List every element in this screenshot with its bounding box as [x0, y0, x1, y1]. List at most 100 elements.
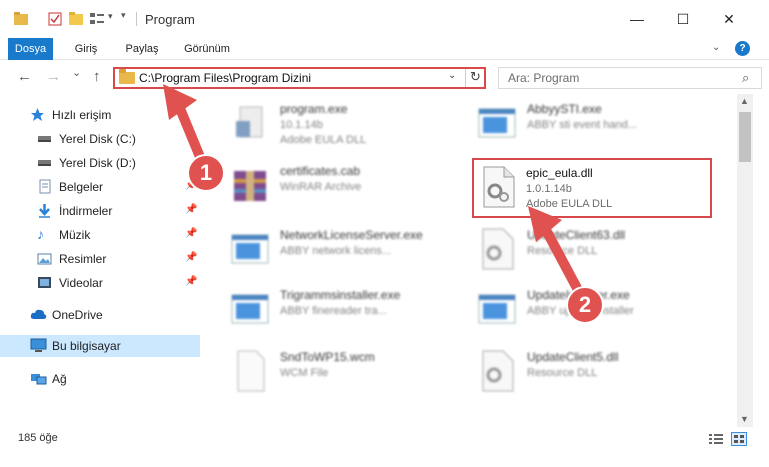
file-item[interactable]: AbbyySTI.exe ABBY sti event hand...: [475, 96, 735, 156]
file-detail: Adobe EULA DLL: [280, 134, 367, 146]
dll-icon: [475, 349, 519, 393]
file-name: AbbyySTI.exe: [527, 102, 602, 116]
file-item[interactable]: UpdateClient63.dll Resource DLL: [475, 222, 735, 282]
title-bar: ▾ ▾ Program — ☐ ✕: [0, 0, 769, 38]
chevron-down-icon[interactable]: ▾: [121, 10, 135, 24]
properties-icon[interactable]: [48, 12, 62, 26]
file-name: SndToWP15.wcm: [280, 350, 375, 364]
star-icon: [30, 107, 45, 122]
app-icon: [228, 227, 272, 271]
search-input[interactable]: Ara: Program: [508, 71, 579, 85]
close-button[interactable]: ✕: [706, 0, 752, 38]
forward-button[interactable]: →: [46, 68, 61, 85]
up-button[interactable]: ↑: [93, 68, 101, 85]
file-item[interactable]: certificates.cab WinRAR Archive: [228, 158, 488, 218]
search-icon[interactable]: ⌕: [742, 70, 749, 86]
file-detail: WinRAR Archive: [280, 181, 362, 193]
pin-icon: 📌: [185, 204, 198, 215]
step-badge-2: 2: [566, 286, 604, 324]
view-options-icon[interactable]: [90, 12, 104, 26]
app-icon: [228, 287, 272, 331]
dll-icon: [476, 165, 520, 209]
step-badge-1: 1: [187, 154, 225, 192]
cloud-icon: [30, 307, 47, 322]
sidebar-item-label: Belgeler: [59, 180, 104, 194]
sidebar-item-music[interactable]: ♪ Müzik 📌: [0, 224, 200, 246]
tab-view[interactable]: Görünüm: [178, 38, 236, 60]
sidebar-item-label: Müzik: [59, 228, 91, 242]
large-icons-view-icon[interactable]: [731, 432, 747, 446]
file-name: NetworkLicenseServer.exe: [280, 228, 423, 242]
customize-dropdown-icon[interactable]: ▾: [108, 11, 122, 25]
file-detail: 10.1.14b: [280, 119, 323, 131]
recent-locations-button[interactable]: ⌄: [72, 66, 81, 79]
details-view-icon[interactable]: [708, 432, 724, 446]
music-icon: ♪: [37, 226, 44, 242]
file-item[interactable]: NetworkLicenseServer.exe ABBY network li…: [228, 222, 488, 282]
app-icon: [475, 287, 519, 331]
file-name: Trigrammsinstaller.exe: [280, 288, 401, 302]
help-button[interactable]: ?: [735, 41, 750, 56]
ribbon-expand-icon[interactable]: ⌄: [712, 42, 720, 53]
file-item[interactable]: SndToWP15.wcm WCM File: [228, 344, 488, 404]
item-count: 185 öğe: [18, 432, 58, 444]
minimize-button[interactable]: —: [614, 0, 660, 38]
drive-icon: [37, 155, 52, 170]
scroll-thumb[interactable]: [739, 112, 751, 162]
folder-icon[interactable]: [14, 12, 28, 26]
sidebar-item-label: Videolar: [59, 276, 103, 290]
file-detail: ABBY sti event hand...: [527, 119, 637, 131]
computer-icon: [30, 338, 47, 353]
videos-icon: [37, 275, 52, 290]
file-detail: ABBY finereader tra...: [280, 305, 387, 317]
sidebar-item-label: Ağ: [52, 372, 67, 386]
new-folder-icon[interactable]: [69, 12, 83, 26]
sidebar-item-pictures[interactable]: Resimler 📌: [0, 248, 200, 270]
file-item[interactable]: UpdateInstaller.exe ABBY update installe…: [475, 282, 735, 342]
network-icon: [30, 371, 47, 386]
file-item[interactable]: program.exe 10.1.14b Adobe EULA DLL: [228, 96, 488, 156]
download-icon: [37, 203, 52, 218]
scroll-up-icon[interactable]: ▲: [740, 96, 749, 106]
address-separator: [465, 69, 466, 87]
window-title: Program: [145, 12, 195, 27]
maximize-button[interactable]: ☐: [660, 0, 706, 38]
file-item[interactable]: UpdateClient5.dll Resource DLL: [475, 344, 735, 404]
file-name: program.exe: [280, 102, 348, 116]
address-dropdown-icon[interactable]: ⌄: [448, 70, 456, 81]
status-bar: 185 öğe: [0, 427, 769, 467]
scroll-down-icon[interactable]: ▼: [740, 414, 749, 424]
sidebar-item-onedrive[interactable]: OneDrive: [0, 304, 200, 326]
drive-icon: [37, 131, 52, 146]
file-icon: [228, 349, 272, 393]
search-box[interactable]: Ara: Program ⌕: [498, 67, 762, 89]
tab-share[interactable]: Paylaş: [120, 38, 164, 60]
vertical-scrollbar[interactable]: ▲ ▼: [737, 94, 753, 427]
pin-icon: 📌: [185, 228, 198, 239]
back-button[interactable]: ←: [17, 68, 32, 85]
file-detail: ABBY network licens...: [280, 245, 392, 257]
sidebar-item-this-pc[interactable]: Bu bilgisayar: [0, 335, 200, 357]
tab-home[interactable]: Giriş: [66, 38, 106, 60]
sidebar-item-label: Resimler: [59, 252, 107, 266]
sidebar-item-label: Yerel Disk (C:): [59, 132, 136, 146]
dll-icon: [475, 227, 519, 271]
file-detail: WCM File: [280, 367, 329, 379]
file-detail: 1.0.1.14b: [526, 183, 572, 195]
sidebar-item-downloads[interactable]: İndirmeler 📌: [0, 200, 200, 222]
sidebar-item-label: OneDrive: [52, 308, 103, 322]
sidebar-item-label: Yerel Disk (D:): [59, 156, 136, 170]
title-separator: [136, 12, 137, 26]
folder-icon: [119, 69, 135, 84]
sidebar-item-label: İndirmeler: [59, 204, 113, 218]
sidebar-item-label: Bu bilgisayar: [52, 339, 121, 353]
sidebar-item-label: Hızlı erişim: [52, 108, 112, 122]
refresh-icon[interactable]: ↻: [470, 69, 481, 85]
pictures-icon: [37, 251, 52, 266]
sidebar-item-videos[interactable]: Videolar 📌: [0, 272, 200, 294]
navigation-bar: ← → ⌄ ↑ C:\Program Files\Program Dizini …: [0, 60, 769, 94]
sidebar-item-network[interactable]: Ağ: [0, 368, 200, 390]
app-icon: [475, 101, 519, 145]
file-item[interactable]: Trigrammsinstaller.exe ABBY finereader t…: [228, 282, 488, 342]
pin-icon: 📌: [185, 252, 198, 263]
